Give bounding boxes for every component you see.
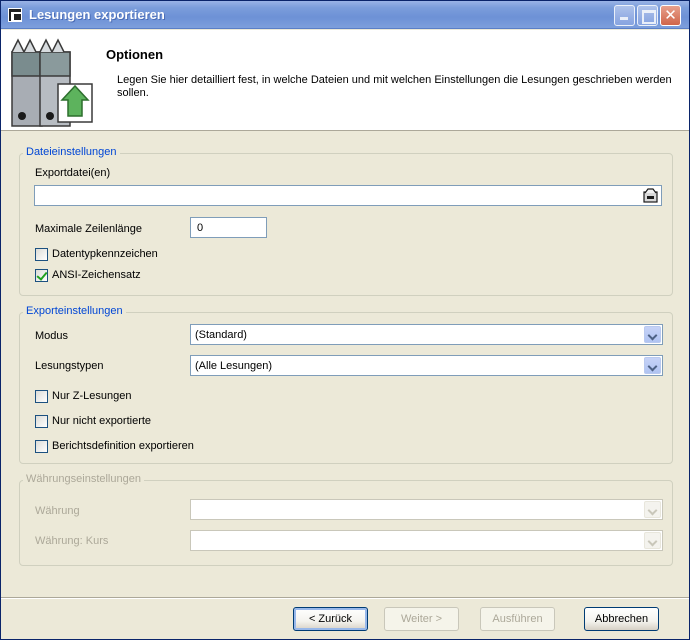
chevron-down-icon[interactable] — [644, 357, 661, 374]
max-line-length-input[interactable]: 0 — [190, 217, 267, 238]
currency-rate-combo[interactable] — [190, 530, 663, 551]
ansi-charset-label: ANSI-Zeichensatz — [52, 269, 141, 281]
only-z-readings-label: Nur Z-Lesungen — [52, 390, 132, 402]
mode-combo[interactable]: (Standard) — [190, 324, 663, 345]
currency-rate-label: Währung: Kurs — [35, 535, 109, 547]
close-icon: ✕ — [664, 6, 677, 24]
max-line-length-label: Maximale Zeilenlänge — [35, 223, 142, 235]
binder-export-icon — [11, 38, 93, 127]
file-settings-group-label: Dateieinstellungen — [23, 146, 120, 158]
minimize-button[interactable] — [614, 5, 635, 26]
datatype-marker-label: Datentypkennzeichen — [52, 248, 158, 260]
chevron-down-icon[interactable] — [644, 326, 661, 343]
max-line-length-value: 0 — [197, 222, 204, 234]
app-icon — [8, 8, 22, 22]
reading-types-combo[interactable]: (Alle Lesungen) — [190, 355, 663, 376]
title-bar[interactable]: Lesungen exportieren ✕ — [1, 1, 689, 29]
header-title: Optionen — [106, 47, 164, 62]
reading-types-label: Lesungstypen — [35, 360, 104, 372]
header-description: Legen Sie hier detailliert fest, in welc… — [117, 74, 672, 99]
export-files-input[interactable] — [34, 185, 662, 206]
mode-value: (Standard) — [195, 329, 247, 341]
only-not-exported-label: Nur nicht exportierte — [52, 415, 152, 427]
cancel-button[interactable]: Abbrechen — [584, 607, 659, 631]
file-settings-group: Dateieinstellungen Exportdatei(en) Maxim… — [19, 146, 673, 296]
next-button[interactable]: Weiter > — [384, 607, 459, 631]
execute-button[interactable]: Ausführen — [480, 607, 555, 631]
currency-label: Währung — [35, 505, 80, 517]
maximize-button[interactable] — [637, 5, 658, 26]
back-button[interactable]: < Zurück — [293, 607, 368, 631]
only-not-exported-checkbox[interactable] — [35, 415, 48, 428]
chevron-down-icon[interactable] — [644, 501, 661, 518]
reading-types-value: (Alle Lesungen) — [195, 360, 273, 372]
export-readings-dialog: Lesungen exportieren ✕ Optionen Legen Si… — [0, 0, 690, 640]
close-button[interactable]: ✕ — [660, 5, 681, 26]
export-settings-group-label: Exporteinstellungen — [23, 305, 126, 317]
currency-combo[interactable] — [190, 499, 663, 520]
browse-folder-icon[interactable] — [643, 188, 658, 203]
export-report-definition-label: Berichtsdefinition exportieren — [52, 440, 194, 452]
window-title: Lesungen exportieren — [29, 7, 165, 22]
mode-label: Modus — [35, 330, 69, 342]
wizard-header: Optionen Legen Sie hier detailliert fest… — [1, 30, 689, 131]
chevron-down-icon[interactable] — [644, 532, 661, 549]
currency-settings-group-label: Währungseinstellungen — [23, 473, 144, 485]
only-z-readings-checkbox[interactable] — [35, 390, 48, 403]
export-report-definition-checkbox[interactable] — [35, 440, 48, 453]
currency-settings-group: Währungseinstellungen Währung Währung: K… — [19, 473, 673, 566]
ansi-charset-checkbox[interactable] — [35, 269, 48, 282]
export-settings-group: Exporteinstellungen Modus (Standard) Les… — [19, 305, 673, 464]
datatype-marker-checkbox[interactable] — [35, 248, 48, 261]
footer-separator — [1, 597, 689, 599]
export-files-label: Exportdatei(en) — [35, 167, 111, 179]
